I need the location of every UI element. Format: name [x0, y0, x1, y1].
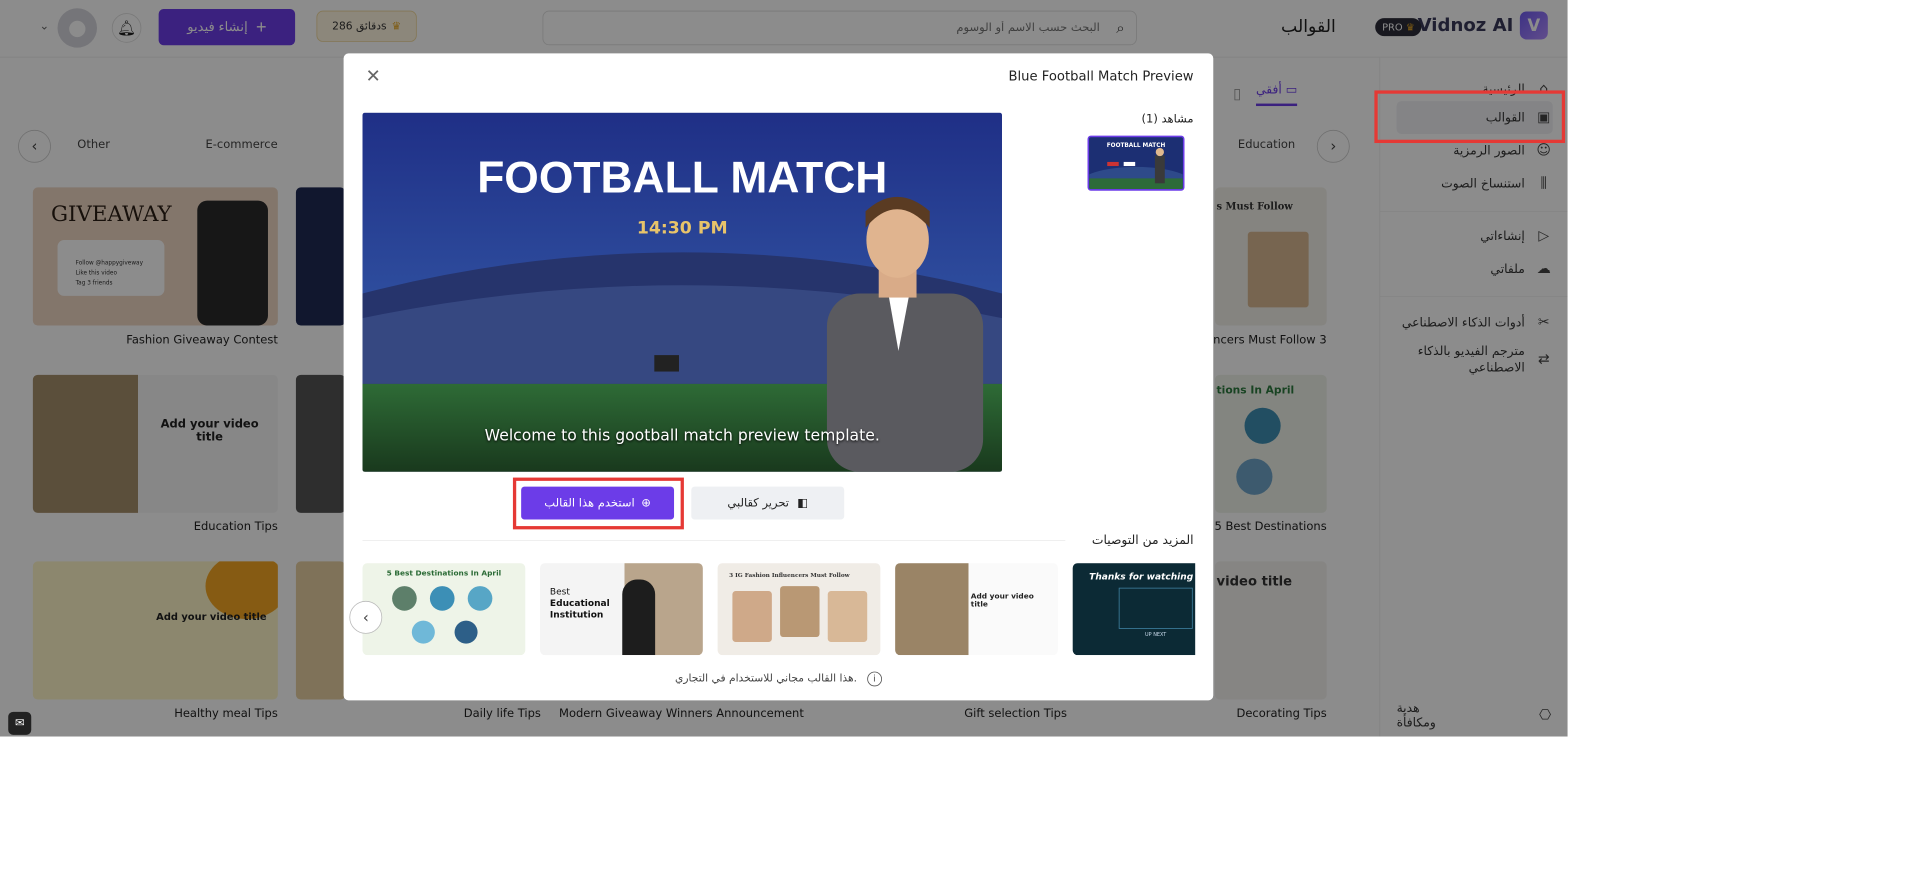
rec-card-title: 5 Best Destinations In April — [386, 569, 502, 578]
presenter-figure — [622, 579, 656, 656]
rec-card-title: 3 IG Fashion Influencers Must Follow — [729, 571, 850, 579]
preview-headline: FOOTBALL MATCH — [477, 152, 888, 203]
recommendations-prev-arrow-icon[interactable]: ‹ — [349, 600, 383, 634]
template-preview-modal: Blue Football Match Preview ✕ مشاهد (1) … — [343, 53, 1214, 701]
edit-as-mine-label: تحرير كقالبي — [727, 496, 789, 510]
rec-card-sub: UP NEXT — [1145, 632, 1167, 638]
close-icon[interactable]: ✕ — [362, 65, 385, 88]
next-video-frame — [1118, 587, 1193, 629]
rec-card-line: Best — [549, 586, 570, 597]
portrait-frame — [827, 591, 868, 642]
chat-icon[interactable]: ✉ — [8, 711, 32, 735]
rec-card-video-title[interactable]: Add your video title — [895, 563, 1058, 656]
rec-card-influencers[interactable]: 3 IG Fashion Influencers Must Follow — [717, 563, 881, 656]
preview-caption: Welcome to this gootball match preview t… — [484, 426, 880, 445]
rec-card-education[interactable]: Best Educational Institution — [540, 563, 703, 656]
rec-card-title: Thanks for watching — [1089, 571, 1194, 582]
page-canvas: Vidnoz AI V PRO ♛ القوالب ⌕ 28دقائق 6s ♛… — [0, 0, 1568, 737]
more-recommendations-label: المزيد من التوصيات — [1091, 532, 1194, 548]
destination-circle — [392, 586, 417, 611]
rec-card-title: Add your video title — [970, 592, 1034, 610]
info-icon: i — [867, 671, 882, 687]
modal-title: Blue Football Match Preview — [1008, 68, 1194, 84]
use-template-label: استخدم هذا القالب — [544, 496, 635, 510]
destination-circle — [467, 586, 493, 611]
recommendations-divider — [362, 540, 1066, 541]
portrait-frame — [780, 586, 820, 638]
app-root: Vidnoz AI V PRO ♛ القوالب ⌕ 28دقائق 6s ♛… — [0, 0, 1907, 896]
rec-card-line: Institution — [549, 609, 604, 620]
rec-card-line: Educational — [549, 597, 610, 609]
plus-circle-icon: ⊕ — [641, 496, 651, 510]
scene-thumbnail[interactable]: FOOTBALL MATCH — [1087, 135, 1185, 191]
edit-as-mine-button[interactable]: تحرير كقالبي ◧ — [691, 486, 845, 520]
video-preview[interactable]: FOOTBALL MATCH 14:30 PM Welcome to this … — [362, 112, 1003, 472]
rec-card-destinations[interactable]: 5 Best Destinations In April — [362, 563, 526, 656]
rec-card-text: Best Educational Institution — [550, 586, 610, 621]
recommendations-row: 5 Best Destinations In April Best Educat… — [362, 563, 1196, 656]
destination-circle — [411, 620, 435, 644]
portrait-frame — [732, 591, 772, 642]
edit-template-icon: ◧ — [797, 496, 809, 510]
rec-card-thanks[interactable]: Thanks for watching UP NEXT — [1072, 563, 1196, 656]
use-template-button[interactable]: استخدم هذا القالب ⊕ — [521, 486, 675, 520]
preview-time: 14:30 PM — [636, 217, 728, 238]
scenes-label: مشاهد (1) — [1141, 112, 1194, 126]
commercial-use-note: هذا القالب مجاني للاستخدام في التجاري. i — [344, 671, 1214, 687]
scene-thumb-title: FOOTBALL MATCH — [1106, 142, 1166, 149]
destination-circle — [454, 620, 478, 644]
destination-circle — [429, 586, 455, 611]
footnote-text: هذا القالب مجاني للاستخدام في التجاري. — [675, 672, 858, 685]
